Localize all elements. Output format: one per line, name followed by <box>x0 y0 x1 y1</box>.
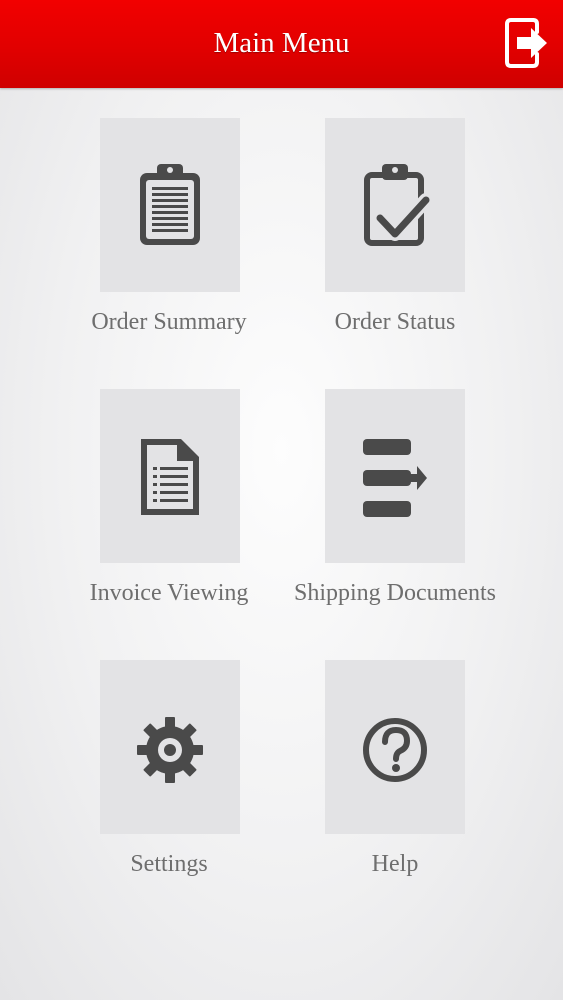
invoice-viewing-tile[interactable] <box>100 389 240 563</box>
settings-tile[interactable] <box>100 660 240 834</box>
order-summary-tile[interactable] <box>100 118 240 292</box>
shipping-documents-icon <box>363 439 427 517</box>
order-status-label[interactable]: Order Status <box>275 309 515 336</box>
clipboard-check-icon <box>364 164 430 246</box>
page-title: Main Menu <box>213 27 350 59</box>
help-tile[interactable] <box>325 660 465 834</box>
logout-button[interactable] <box>503 16 551 70</box>
app-header: Main Menu <box>0 0 563 88</box>
document-icon <box>141 439 199 515</box>
help-icon <box>363 718 427 782</box>
shipping-documents-label[interactable]: Shipping Documents <box>275 580 515 607</box>
order-status-tile[interactable] <box>325 118 465 292</box>
gear-icon <box>137 717 203 783</box>
help-label[interactable]: Help <box>275 851 515 878</box>
invoice-viewing-label[interactable]: Invoice Viewing <box>49 580 289 607</box>
clipboard-list-icon <box>140 164 200 245</box>
order-summary-label[interactable]: Order Summary <box>49 309 289 336</box>
logout-icon <box>505 18 547 68</box>
settings-label[interactable]: Settings <box>49 851 289 878</box>
shipping-documents-tile[interactable] <box>325 389 465 563</box>
